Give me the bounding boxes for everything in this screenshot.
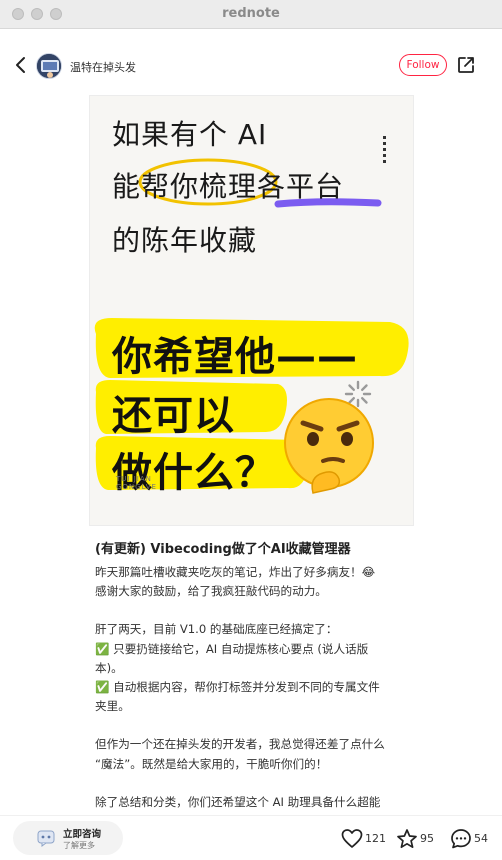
comment-count: 54 xyxy=(474,832,488,845)
post-header: 温特在掉头发 Follow xyxy=(0,28,502,104)
consult-icon xyxy=(37,830,55,847)
back-arrow-icon[interactable] xyxy=(10,54,32,76)
big-question-line-1: 你希望他—— xyxy=(112,334,358,380)
consult-button[interactable]: 立即咨询 了解更多 xyxy=(13,821,123,855)
more-dots-icon xyxy=(383,136,387,166)
image-watermark: TUI JIAN GONGLVE xyxy=(116,475,157,491)
consult-label: 立即咨询 xyxy=(63,829,102,840)
post-paragraph-4: 除了总结和分类，你们还希望这个 AI 助理具备什么超能 xyxy=(95,794,381,809)
star-icon xyxy=(397,829,417,849)
heart-icon xyxy=(341,829,363,848)
post-paragraph-3: 但作为一个还在掉头发的开发者，我总觉得还差了点什么 “魔法”。既然是给大家用的，… xyxy=(95,737,385,771)
watermark-line-2: GONGLVE xyxy=(116,483,157,491)
avatar-image-icon xyxy=(37,54,61,78)
post-title: (有更新) Vibecoding做了个AI收藏管理器 xyxy=(95,542,351,557)
author-name[interactable]: 温特在掉头发 xyxy=(70,59,136,75)
window-title: rednote xyxy=(222,6,280,21)
headline-line-1: 如果有个 AI xyxy=(112,118,268,151)
post-paragraph-1: 昨天那篇吐槽收藏夹吃灰的笔记，炸出了好多病友！😂 感谢大家的鼓励，给了我疯狂敲代… xyxy=(95,565,376,599)
avatar[interactable] xyxy=(36,53,62,79)
bottom-action-bar: 立即咨询 了解更多 121 95 54 xyxy=(0,815,502,860)
post-image[interactable]: 如果有个 AI 能帮你梳理各平台 的陈年收藏 你希望他—— 还可以 做什么？ T… xyxy=(89,95,414,526)
post-caption: (有更新) Vibecoding做了个AI收藏管理器 昨天那篇吐槽收藏夹吃灰的笔… xyxy=(95,538,407,812)
big-question-line-2: 还可以 xyxy=(112,393,235,439)
headline-line-2: 能帮你梳理各平台 xyxy=(112,170,345,203)
post-paragraph-2: 肝了两天，目前 V1.0 的基础底座已经搞定了： ✅ 只要扔链接给它，AI 自动… xyxy=(95,622,380,714)
watermark-line-1: TUI JIAN xyxy=(116,475,152,483)
like-count: 121 xyxy=(365,832,386,845)
spinner-icon xyxy=(344,380,372,408)
window-titlebar: rednote xyxy=(0,0,502,29)
comment-icon xyxy=(451,829,471,849)
consult-sublabel: 了解更多 xyxy=(63,841,95,850)
follow-button[interactable]: Follow xyxy=(399,54,447,76)
collect-count: 95 xyxy=(420,832,434,845)
share-icon[interactable] xyxy=(456,55,476,75)
headline-line-3: 的陈年收藏 xyxy=(112,224,258,257)
